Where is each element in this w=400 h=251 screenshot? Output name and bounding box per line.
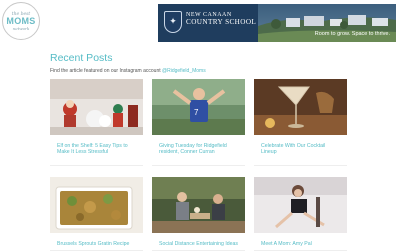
school-ad-banner[interactable]: ✦ NEW CANAAN COUNTRY SCHOOL Room to grow…	[158, 4, 396, 42]
post-title-link[interactable]: Elf on the Shelf: 5 Easy Tips to Make It…	[57, 143, 137, 155]
post-thumbnail[interactable]	[254, 79, 347, 135]
banner-tagline: Room to grow. Space to thrive.	[314, 31, 390, 37]
post-card[interactable]: 7 Giving Tuesday for Ridgefield resident…	[152, 79, 245, 166]
post-title-link[interactable]: Celebrate With Our Cocktail Lineup	[261, 143, 341, 155]
post-card[interactable]: Elf on the Shelf: 5 Easy Tips to Make It…	[50, 79, 143, 166]
post-thumbnail[interactable]	[50, 177, 143, 233]
post-thumbnail[interactable]	[254, 177, 347, 233]
instagram-link[interactable]: @Ridgefield_Moms	[162, 68, 206, 74]
post-thumbnail[interactable]	[50, 79, 143, 135]
post-card[interactable]: Celebrate With Our Cocktail Lineup	[254, 79, 347, 166]
post-title-link[interactable]: Brussels Sprouts Gratin Recipe	[57, 241, 137, 247]
post-title-link[interactable]: Meet A Mom: Amy Pal	[261, 241, 341, 247]
section-intro: Find the article featured on our Instagr…	[50, 68, 206, 74]
post-thumbnail[interactable]: 7	[152, 79, 245, 135]
post-card[interactable]: Social Distance Entertaining Ideas	[152, 177, 245, 251]
svg-text:7: 7	[194, 108, 199, 117]
banner-school-name: COUNTRY SCHOOL	[186, 18, 257, 26]
shield-crest-icon: ✦	[164, 11, 182, 33]
post-title-link[interactable]: Giving Tuesday for Ridgefield resident, …	[159, 143, 239, 155]
post-thumbnail[interactable]	[152, 177, 245, 233]
section-heading: Recent Posts	[50, 52, 113, 64]
logo-wordmark: MOMS	[6, 15, 36, 26]
post-card[interactable]: Meet A Mom: Amy Pal	[254, 177, 347, 251]
site-logo[interactable]: the best MOMS network	[2, 2, 40, 40]
post-title-link[interactable]: Social Distance Entertaining Ideas	[159, 241, 239, 247]
logo-tagline-bottom: network	[12, 25, 30, 31]
post-card[interactable]: Brussels Sprouts Gratin Recipe	[50, 177, 143, 251]
section-intro-text: Find the article featured on our Instagr…	[50, 68, 163, 74]
